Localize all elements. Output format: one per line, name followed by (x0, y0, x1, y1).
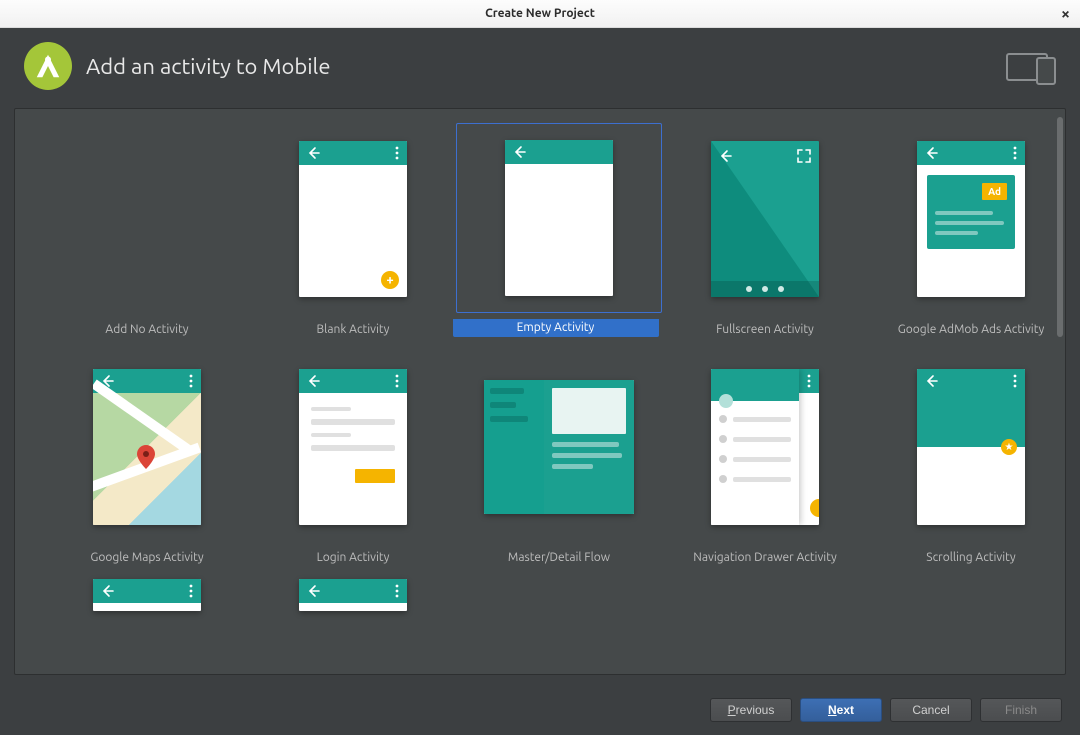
scrollbar-thumb[interactable] (1057, 117, 1063, 337)
window-close-icon[interactable]: × (1061, 6, 1070, 22)
overflow-menu-icon (1013, 374, 1017, 388)
template-login-activity[interactable]: Login Activity (257, 351, 449, 567)
template-label: Fullscreen Activity (669, 321, 861, 339)
template-label: Login Activity (257, 549, 449, 567)
page-heading: Add an activity to Mobile (86, 54, 330, 79)
template-label: Scrolling Activity (875, 549, 1066, 567)
back-arrow-icon (513, 145, 527, 159)
template-empty-activity[interactable]: Empty Activity (463, 123, 655, 339)
back-arrow-icon (925, 374, 939, 388)
template-grid: Add No Activity Blank Activity (15, 109, 1065, 617)
wizard-header: Add an activity to Mobile (0, 28, 1080, 102)
template-label: Navigation Drawer Activity (669, 549, 861, 567)
template-google-maps-activity[interactable]: Google Maps Activity (51, 351, 243, 567)
template-fullscreen-activity[interactable]: Fullscreen Activity (669, 123, 861, 339)
cancel-button[interactable]: Cancel (890, 698, 972, 722)
back-arrow-icon (307, 584, 321, 598)
template-label: Blank Activity (257, 321, 449, 339)
back-arrow-icon (719, 149, 733, 163)
back-arrow-icon (101, 584, 115, 598)
form-factor-icon (1006, 50, 1058, 86)
template-label: Google AdMob Ads Activity (875, 321, 1066, 339)
back-arrow-icon (925, 146, 939, 160)
expand-icon (797, 149, 811, 167)
scrollbar[interactable] (1057, 117, 1063, 666)
next-button[interactable]: Next (800, 698, 882, 722)
overflow-menu-icon (807, 374, 811, 388)
overflow-menu-icon (189, 584, 193, 598)
template-row3-item-1[interactable] (51, 579, 243, 617)
template-admob-activity[interactable]: Ad Google AdMob Ads Activity (875, 123, 1066, 339)
star-fab-icon: ★ (1001, 439, 1017, 455)
template-master-detail-flow[interactable]: Master/Detail Flow (463, 351, 655, 567)
template-label: Master/Detail Flow (463, 549, 655, 567)
finish-button[interactable]: Finish (980, 698, 1062, 722)
wizard-footer: Previous Next Cancel Finish (0, 685, 1080, 735)
ad-label: Ad (982, 183, 1007, 200)
overflow-menu-icon (395, 584, 399, 598)
overflow-menu-icon (395, 374, 399, 388)
template-scrolling-activity[interactable]: ★ Scrolling Activity (875, 351, 1066, 567)
template-row3-item-2[interactable] (257, 579, 449, 617)
wizard-page: Add an activity to Mobile Add No Activit… (0, 28, 1080, 735)
window-title: Create New Project (485, 7, 595, 20)
template-navigation-drawer-activity[interactable]: Navigation Drawer Activity (669, 351, 861, 567)
template-list-panel: Add No Activity Blank Activity (14, 108, 1066, 675)
android-studio-logo-icon (24, 42, 72, 90)
fab-icon (810, 499, 819, 517)
template-label: Add No Activity (51, 321, 243, 339)
template-blank-activity[interactable]: Blank Activity (257, 123, 449, 339)
overflow-menu-icon (1013, 146, 1017, 160)
nav-dots-icon (711, 281, 819, 297)
template-label: Google Maps Activity (51, 549, 243, 567)
template-add-no-activity[interactable]: Add No Activity (51, 123, 243, 339)
fab-plus-icon (381, 271, 399, 289)
window-titlebar: Create New Project × (0, 0, 1080, 28)
overflow-menu-icon (189, 374, 193, 388)
previous-button[interactable]: Previous (710, 698, 792, 722)
back-arrow-icon (307, 374, 321, 388)
overflow-menu-icon (395, 146, 399, 160)
template-label: Empty Activity (453, 319, 659, 337)
back-arrow-icon (307, 146, 321, 160)
map-pin-icon (137, 445, 155, 473)
